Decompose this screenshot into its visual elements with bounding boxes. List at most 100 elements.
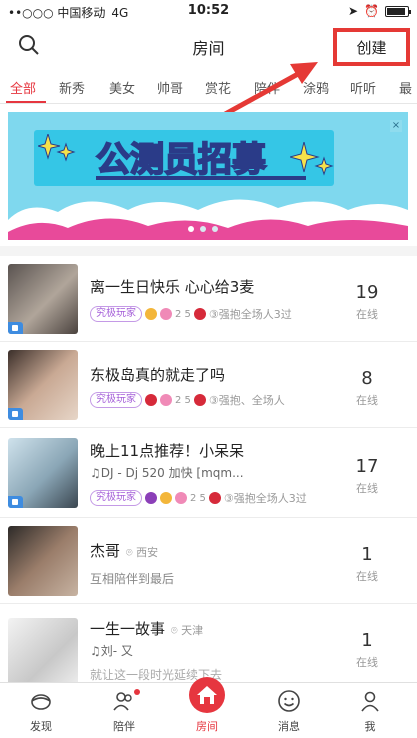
tab-beauty[interactable]: 美女	[109, 78, 135, 97]
alarm-icon: ⏰	[364, 4, 379, 18]
video-camera-icon	[8, 408, 23, 420]
online-count: 19	[355, 282, 379, 303]
pager-dot[interactable]	[212, 226, 218, 232]
pager-dot[interactable]	[188, 226, 194, 232]
house-icon	[189, 677, 225, 713]
room-title: 一生一故事 ⌾ 天津	[90, 618, 203, 639]
tab-label: 发现	[30, 720, 52, 733]
room-meta: 究极玩家 2 5 ③强抱全场人3过	[90, 490, 307, 506]
online-count: 17	[355, 456, 379, 477]
room-title-text: 杰哥	[90, 542, 121, 560]
room-tags: ③强抱全场人3过	[208, 308, 292, 321]
room-meta: 究极玩家 2 5 ③强抱、全场人	[90, 392, 285, 408]
location-icon: ➤	[347, 4, 359, 18]
room-item[interactable]: 东极岛真的就走了吗 究极玩家 2 5 ③强抱、全场人 8 在线	[0, 342, 417, 428]
friends-icon	[113, 692, 132, 711]
player-badge: 究极玩家	[90, 392, 142, 408]
room-item[interactable]: 杰哥 ⌾ 西安 互相陪伴到最后 1 在线	[0, 518, 417, 604]
battery-icon	[385, 5, 411, 17]
tab-handsome[interactable]: 帅哥	[157, 78, 183, 97]
banner-pager	[188, 226, 218, 232]
flower-icon	[160, 308, 172, 320]
tab-companion-nav[interactable]: 陪伴	[94, 683, 154, 738]
sunflower-icon	[160, 492, 172, 504]
promo-banner[interactable]: 公测员招募 ×	[8, 112, 408, 240]
room-thumbnail	[8, 264, 78, 334]
rose-icon	[208, 492, 221, 504]
tab-label: 我	[364, 720, 376, 733]
video-camera-icon	[8, 322, 23, 334]
sparkle-icon	[38, 134, 76, 162]
player-badge: 究极玩家	[90, 306, 142, 322]
gift-counts: 2 5	[175, 308, 191, 320]
tab-doodle[interactable]: 涂鸦	[303, 78, 329, 97]
purple-gift-icon	[145, 492, 157, 504]
video-camera-icon	[8, 496, 23, 508]
tab-flowers[interactable]: 赏花	[205, 78, 231, 97]
nav-bar: 房间 创建	[0, 22, 417, 68]
status-bar: ••○○○ 中国移动 4G 10:52 ➤ ⏰	[0, 0, 417, 22]
location-tag: ⌾ 西安	[126, 546, 159, 559]
online-count: 8	[361, 368, 373, 389]
gift-counts: 2 5	[175, 394, 191, 406]
flower-icon	[175, 492, 187, 504]
now-playing: ♫DJ - Dj 520 加快 [mqm...	[90, 466, 244, 480]
room-thumbnail	[8, 526, 78, 596]
status-right: ➤ ⏰	[347, 4, 411, 18]
room-title-text: 一生一故事	[90, 620, 166, 638]
tab-listen[interactable]: 听听	[350, 78, 376, 97]
room-title: 杰哥 ⌾ 西安	[90, 540, 158, 561]
room-title: 离一生日快乐 心心给3麦	[90, 278, 255, 296]
flower-icon	[160, 394, 172, 406]
active-tab-indicator	[6, 101, 46, 103]
tab-label: 消息	[278, 720, 300, 733]
tab-rooms[interactable]: 房间	[177, 677, 237, 738]
location-text: 天津	[181, 624, 204, 637]
banner-close-icon[interactable]: ×	[390, 120, 402, 132]
message-icon	[278, 690, 300, 712]
section-gap	[0, 246, 417, 256]
room-tags: ③强抱全场人3过	[223, 492, 307, 505]
search-icon[interactable]	[18, 34, 40, 56]
tab-more[interactable]: 最	[399, 78, 412, 97]
location-text: 西安	[136, 546, 159, 559]
room-thumbnail	[8, 438, 78, 508]
bottom-tab-bar: 发现 陪伴 房间 消息 我	[0, 677, 417, 738]
online-label: 在线	[356, 656, 378, 669]
tab-all[interactable]: 全部	[10, 78, 36, 97]
pager-dot[interactable]	[200, 226, 206, 232]
tab-label: 房间	[196, 720, 218, 733]
location-tag: ⌾ 天津	[171, 624, 204, 637]
room-item[interactable]: 离一生日快乐 心心给3麦 究极玩家 2 5 ③强抱全场人3过 19 在线	[0, 256, 417, 342]
tab-messages[interactable]: 消息	[259, 683, 319, 738]
banner-title: 公测员招募	[95, 132, 267, 181]
tab-label: 陪伴	[113, 720, 135, 733]
create-room-button[interactable]: 创建	[333, 28, 410, 66]
room-title: 东极岛真的就走了吗	[90, 366, 226, 384]
now-playing: ♫刘- 又	[90, 644, 133, 658]
room-title: 晚上11点推荐！小呆呆	[90, 442, 245, 460]
tab-discover[interactable]: 发现	[11, 683, 71, 738]
banner-title-highlight: 招募	[197, 139, 267, 181]
profile-icon	[361, 691, 379, 712]
sparkle-icon	[290, 142, 334, 176]
room-description: 互相陪伴到最后	[90, 572, 175, 586]
online-label: 在线	[356, 570, 378, 583]
rose-icon	[193, 394, 206, 406]
online-label: 在线	[356, 394, 378, 407]
online-label: 在线	[356, 482, 378, 495]
sunflower-icon	[145, 308, 157, 320]
category-tabs: 全部 新秀 美女 帅哥 赏花 陪伴 涂鸦 听听 最	[0, 70, 417, 104]
room-tags: ③强抱、全场人	[208, 394, 285, 407]
online-count: 1	[361, 630, 373, 651]
rose-icon	[193, 308, 206, 320]
banner-title-main: 公测员	[95, 139, 199, 181]
rose-bouquet-icon	[145, 394, 157, 406]
player-badge: 究极玩家	[90, 490, 142, 506]
tab-companion[interactable]: 陪伴	[254, 78, 280, 97]
tab-newcomer[interactable]: 新秀	[59, 78, 85, 97]
online-label: 在线	[356, 308, 378, 321]
room-item[interactable]: 晚上11点推荐！小呆呆 ♫DJ - Dj 520 加快 [mqm... 究极玩家…	[0, 428, 417, 518]
tab-me[interactable]: 我	[340, 683, 400, 738]
discover-icon	[31, 694, 51, 710]
